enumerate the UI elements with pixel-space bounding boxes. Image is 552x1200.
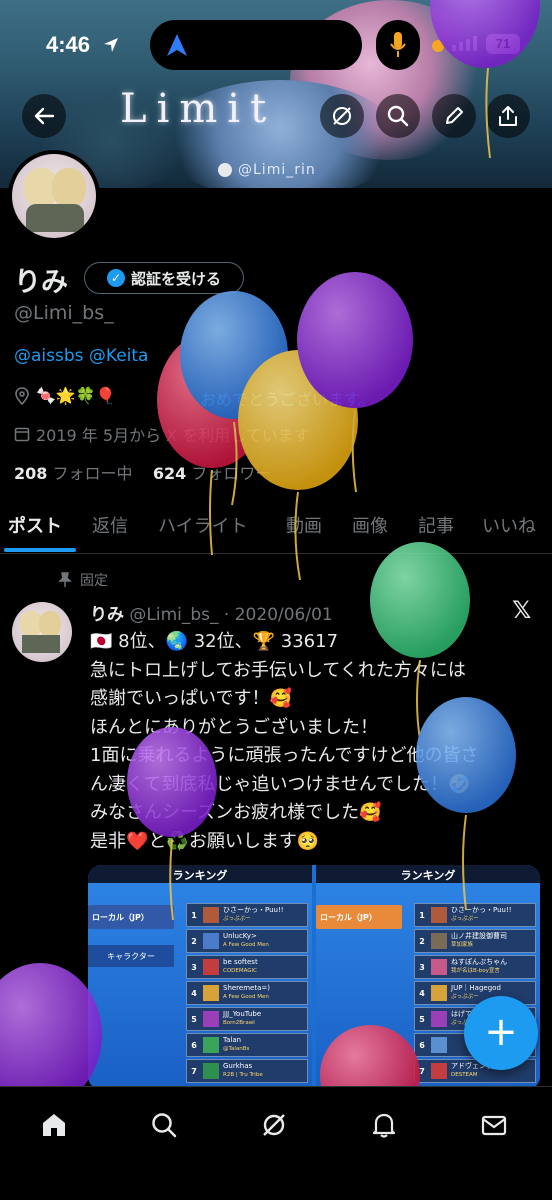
nav-search[interactable] bbox=[146, 1107, 182, 1143]
active-tab-indicator bbox=[4, 548, 76, 552]
ranking-title: ランキング bbox=[172, 869, 228, 882]
share-button[interactable] bbox=[486, 94, 530, 138]
dynamic-island bbox=[150, 20, 362, 70]
post-author[interactable]: りみ bbox=[90, 605, 124, 625]
nav-messages[interactable] bbox=[476, 1107, 512, 1143]
tab-articles[interactable]: 記事 bbox=[418, 512, 454, 538]
location-arrow-icon bbox=[104, 38, 118, 52]
tab-replies[interactable]: 返信 bbox=[92, 512, 128, 538]
pinned-label: 固定 bbox=[58, 570, 108, 590]
character-button: キャラクター bbox=[88, 945, 174, 967]
post-line: 是非❤️と♻️お願いします🥺 bbox=[90, 830, 320, 852]
signal-icon bbox=[452, 36, 477, 51]
profile-bio[interactable]: @aissbs @Keita bbox=[14, 346, 148, 366]
ranking-row: 3 ねすぽんぷちゃん 我が名はB-boy宣言 bbox=[414, 955, 536, 979]
search-icon bbox=[152, 1113, 177, 1138]
get-verified-label: 認証を受ける bbox=[130, 269, 221, 288]
post-line: ほんとにありがとうございました！ bbox=[90, 716, 378, 738]
edit-profile-button[interactable] bbox=[432, 94, 476, 138]
tab-images[interactable]: 画像 bbox=[352, 512, 388, 538]
ranking-row: 6 Talan @TalanBs bbox=[186, 1033, 308, 1057]
post-header: りみ @Limi_bs_ · 2020/06/01 bbox=[90, 600, 333, 625]
bell-icon bbox=[372, 1113, 396, 1138]
battery-indicator: 71 bbox=[486, 34, 520, 54]
ranking-row: 2 山ノ井建設御曹司 草加家族 bbox=[414, 929, 536, 953]
profile-birthday: おめでとうございます。 bbox=[200, 390, 375, 409]
tab-posts[interactable]: ポスト bbox=[8, 512, 62, 538]
tab-videos[interactable]: 動画 bbox=[286, 512, 322, 538]
joined-text: 2019 年 5月から X を利用しています bbox=[36, 426, 310, 445]
tab-highlights[interactable]: ハイライト bbox=[158, 512, 248, 538]
mic-indicator bbox=[376, 20, 420, 70]
get-verified-button[interactable]: ✓ 認証を受ける bbox=[84, 262, 244, 294]
navigation-arrow-icon bbox=[167, 34, 187, 56]
banner-handle-text: @Limi_rin bbox=[238, 162, 316, 178]
nav-grok[interactable] bbox=[256, 1107, 292, 1143]
followers-link[interactable]: 624 フォロワー bbox=[153, 464, 272, 483]
ranking-row: 1 ひさーかっ・Puu!! ぷっぷぷー bbox=[414, 903, 536, 927]
ranking-row: 1 ひさーかっ・Puu!! ぷっぷぷー bbox=[186, 903, 308, 927]
ranking-row: 2 UnlucKy> A Few Good Men bbox=[186, 929, 308, 953]
x-logo-icon: 𝕏 bbox=[512, 596, 532, 624]
calendar-icon bbox=[14, 427, 30, 442]
ranking-title: ランキング bbox=[400, 869, 456, 882]
bird-icon bbox=[218, 163, 232, 177]
profile-avatar[interactable] bbox=[8, 150, 100, 242]
home-icon bbox=[43, 1114, 65, 1136]
post-text: 🇯🇵 8位、🌏 32位、🏆 33617 急にトロ上げしてお手伝いしてくれた方々に… bbox=[90, 628, 540, 856]
search-icon bbox=[387, 105, 409, 127]
post-line: みなさんシーズンお疲れ様でした🥰 bbox=[90, 802, 382, 823]
back-arrow-icon bbox=[34, 107, 55, 125]
nav-notifications[interactable] bbox=[366, 1107, 402, 1143]
location-pin-icon bbox=[15, 386, 29, 405]
microphone-icon bbox=[390, 32, 406, 57]
profile-name: りみ bbox=[14, 267, 68, 298]
pinned-text: 固定 bbox=[80, 573, 108, 589]
post-line: ん凄くて到底私じゃ追いつけませんでした！🤣 bbox=[90, 773, 471, 795]
status-time: 4:46 bbox=[46, 32, 91, 57]
mail-icon bbox=[481, 1115, 507, 1136]
pin-icon bbox=[58, 572, 72, 587]
post-meta: @Limi_bs_ · 2020/06/01 bbox=[129, 605, 333, 625]
follow-stats: 208 フォロー中 624 フォロワー bbox=[14, 460, 271, 484]
search-button[interactable] bbox=[376, 94, 420, 138]
post-line: 急にトロ上げしてお手伝いしてくれた方々には bbox=[90, 659, 466, 681]
profile-location: 🍬🌟🍀🎈 bbox=[14, 386, 116, 405]
profile-tabs: ポスト 返信 ハイライト 動画 画像 記事 いいね bbox=[0, 500, 552, 554]
grok-icon bbox=[333, 107, 351, 125]
post-avatar[interactable] bbox=[12, 602, 72, 662]
grok-icon bbox=[263, 1114, 285, 1136]
media-image-left[interactable]: ランキング ローカル（JP） キャラクター 1 ひさーかっ・Puu!! ぷっぷぷー … bbox=[88, 865, 312, 1090]
compose-post-button[interactable]: + bbox=[464, 996, 538, 1070]
ranking-row: 4 Sheremeta=) A Few Good Men bbox=[186, 981, 308, 1005]
post-line: 🇯🇵 8位、🌏 32位、🏆 33617 bbox=[90, 631, 339, 652]
profile-handle: @Limi_bs_ bbox=[14, 302, 114, 324]
banner-handle: @Limi_rin bbox=[218, 162, 316, 178]
back-button[interactable] bbox=[22, 94, 66, 138]
bottom-navigation bbox=[0, 1086, 552, 1200]
recording-dot bbox=[432, 40, 444, 52]
grok-button[interactable] bbox=[320, 94, 364, 138]
ranking-row: 3 be softest CODEMAGIC bbox=[186, 955, 308, 979]
status-bar: 4:46 71 bbox=[0, 18, 552, 74]
nav-home[interactable] bbox=[36, 1107, 72, 1143]
post-line: 1面に乗れるように頑張ったんですけど他の皆さ bbox=[90, 745, 479, 766]
profile-joined: 2019 年 5月から X を利用しています bbox=[14, 422, 310, 446]
ranking-row: 7 Gurkhas R2B | Tru Tribe bbox=[186, 1059, 308, 1083]
banner-title: Limit bbox=[120, 86, 277, 132]
pen-icon bbox=[446, 107, 463, 124]
location-text: 🍬🌟🍀🎈 bbox=[36, 386, 116, 405]
verified-badge-icon: ✓ bbox=[106, 269, 125, 287]
tab-likes[interactable]: いいね bbox=[482, 512, 536, 538]
following-link[interactable]: 208 フォロー中 bbox=[14, 464, 133, 483]
local-jp-button: ローカル（JP） bbox=[316, 905, 402, 929]
ranking-row: 5 JJJ_YouTube Born2Brawl bbox=[186, 1007, 308, 1031]
local-jp-button: ローカル（JP） bbox=[88, 905, 174, 929]
share-icon bbox=[499, 106, 517, 126]
post-line: 感謝でいっぱいです！🥰 bbox=[90, 688, 292, 709]
